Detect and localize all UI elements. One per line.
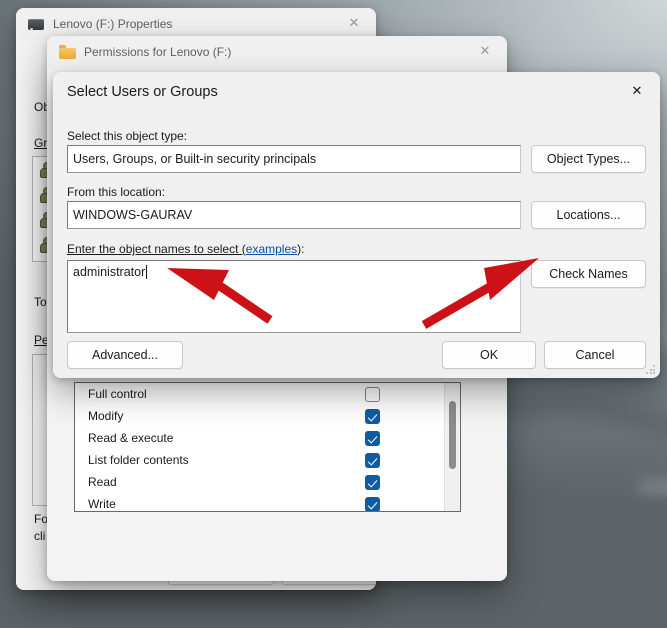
check-names-button[interactable]: Check Names bbox=[531, 260, 646, 288]
folder-icon bbox=[59, 44, 76, 60]
group-user-names-label: Gr bbox=[34, 136, 48, 150]
permission-name: Full control bbox=[88, 387, 147, 401]
allow-checkbox[interactable] bbox=[365, 452, 380, 468]
allow-checkbox[interactable] bbox=[365, 430, 380, 446]
allow-checkbox[interactable] bbox=[365, 408, 380, 424]
permissions-scrollbar[interactable] bbox=[444, 383, 460, 511]
location-label: From this location: bbox=[67, 185, 166, 199]
allow-checkbox[interactable] bbox=[365, 474, 380, 490]
close-icon[interactable]: ✕ bbox=[463, 36, 507, 67]
select-users-title: Select Users or Groups bbox=[67, 83, 218, 100]
select-users-cancel-button[interactable]: Cancel bbox=[544, 341, 646, 369]
advanced-button[interactable]: Advanced... bbox=[67, 341, 183, 369]
permissions-title: Permissions for Lenovo (F:) bbox=[84, 45, 232, 59]
click-advanced-label: cli bbox=[34, 529, 46, 543]
table-row[interactable]: Read bbox=[75, 471, 460, 493]
drive-icon bbox=[28, 16, 44, 32]
table-row[interactable]: Full control bbox=[75, 383, 460, 405]
select-users-titlebar[interactable]: Select Users or Groups ✕ bbox=[53, 72, 660, 111]
text-caret bbox=[146, 265, 148, 279]
permission-name: List folder contents bbox=[88, 453, 189, 467]
to-change-label: To bbox=[34, 295, 47, 309]
select-users-dialog[interactable]: Select Users or Groups ✕ Select this obj… bbox=[53, 72, 660, 378]
screen: Lenovo (F:) Properties ✕ Ob Gr To Pe Fo bbox=[0, 0, 667, 628]
select-users-dialog-body: Select Users or Groups ✕ Select this obj… bbox=[53, 72, 660, 378]
for-special-label: Fo bbox=[34, 512, 49, 526]
allow-checkbox[interactable] bbox=[365, 496, 380, 511]
scrollbar-thumb[interactable] bbox=[449, 401, 456, 469]
object-names-label-suffix: ): bbox=[297, 242, 305, 256]
close-icon[interactable]: ✕ bbox=[614, 72, 660, 110]
table-row[interactable]: Modify bbox=[75, 405, 460, 427]
permission-name: Read bbox=[88, 475, 117, 489]
examples-link[interactable]: examples bbox=[246, 242, 297, 256]
object-type-label: Select this object type: bbox=[67, 129, 188, 143]
close-icon[interactable]: ✕ bbox=[332, 8, 376, 39]
object-names-input[interactable]: administrator bbox=[67, 260, 521, 333]
permission-name: Read & execute bbox=[88, 431, 174, 445]
table-row[interactable]: Write bbox=[75, 493, 460, 511]
table-row[interactable]: Read & execute bbox=[75, 427, 460, 449]
permissions-titlebar[interactable]: Permissions for Lenovo (F:) ✕ bbox=[47, 36, 507, 68]
object-names-value: administrator bbox=[73, 265, 146, 279]
permissions-list[interactable]: Full control Modify Read & execute List … bbox=[74, 382, 461, 512]
properties-title: Lenovo (F:) Properties bbox=[53, 17, 173, 31]
object-names-label: Enter the object names to select (exampl… bbox=[67, 242, 304, 256]
location-input[interactable]: WINDOWS-GAURAV bbox=[67, 201, 521, 229]
allow-checkbox[interactable] bbox=[365, 386, 380, 402]
permission-name: Write bbox=[88, 497, 116, 511]
object-names-label-prefix: Enter the object names to select ( bbox=[67, 242, 246, 256]
resize-grip[interactable] bbox=[646, 365, 656, 375]
select-users-ok-button[interactable]: OK bbox=[442, 341, 536, 369]
permission-name: Modify bbox=[88, 409, 124, 423]
locations-button[interactable]: Locations... bbox=[531, 201, 646, 229]
object-types-button[interactable]: Object Types... bbox=[531, 145, 646, 173]
object-type-input[interactable]: Users, Groups, or Built-in security prin… bbox=[67, 145, 521, 173]
table-row[interactable]: List folder contents bbox=[75, 449, 460, 471]
